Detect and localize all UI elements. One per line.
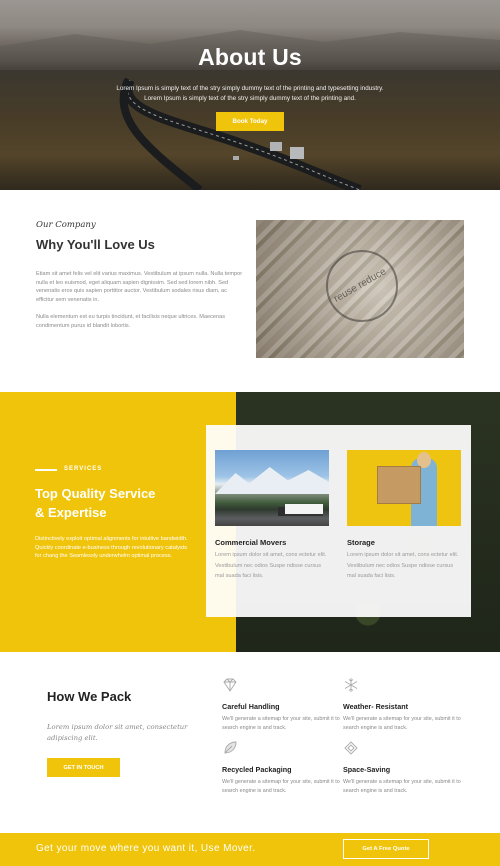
pack-quote: Lorem ipsum dolor sit amet, consectetur … [47, 723, 188, 742]
feature-text: We'll generate a sitemap for your site, … [222, 779, 340, 794]
services-title-line1: Top Quality Service [35, 486, 156, 501]
hero-subtitle-line1: Lorem Ipsum is simply text of the stry s… [116, 85, 384, 92]
hero-subtitle-line2: Lorem Ipsum is simply text of the stry s… [144, 95, 356, 102]
services-title: Top Quality Service & Expertise [35, 484, 225, 522]
cta-bar: Get your move where you want it, Use Mov… [0, 833, 500, 866]
company-eyebrow: Our Company [36, 220, 96, 230]
feature-title: Recycled Packaging [222, 765, 292, 774]
feature-text: We'll generate a sitemap for your site, … [343, 779, 461, 794]
free-quote-button[interactable]: Get A Free Quote [343, 839, 429, 859]
feature-title: Weather- Resistant [343, 702, 408, 711]
services-section: SERVICES Top Quality Service & Expertise… [0, 392, 500, 652]
company-title: Why You'll Love Us [36, 237, 155, 252]
get-in-touch-button[interactable]: GET IN TOUCH [47, 758, 120, 777]
cta-text: Get your move where you want it, Use Mov… [36, 843, 256, 854]
diamond-icon [223, 678, 237, 692]
services-divider [35, 469, 57, 471]
service-card-title[interactable]: Storage [347, 538, 375, 547]
feature-text: We'll generate a sitemap for your site, … [222, 716, 340, 731]
services-cards-panel: Commercial Movers Lorem ipsum dolor sit … [206, 425, 471, 617]
feature-title: Careful Handling [222, 702, 280, 711]
page-title: About Us [198, 44, 302, 70]
company-section: Our Company Why You'll Love Us Etiam sit… [0, 190, 500, 392]
leaf-icon [224, 741, 237, 754]
diamond-outline-icon [344, 741, 358, 755]
feature-title: Space-Saving [343, 765, 391, 774]
company-paragraph-2: Nulla elementum est eu turpis tincidunt,… [36, 314, 226, 329]
services-description: Distinctively exploit optimal alignments… [35, 536, 188, 560]
services-yellow-panel [0, 392, 236, 652]
company-paragraph-1: Etiam sit amet felis vel elit varius max… [36, 271, 243, 303]
storage-image [347, 450, 461, 526]
services-label: SERVICES [64, 466, 103, 472]
snowflake-icon [344, 678, 358, 692]
services-title-line2: & Expertise [35, 505, 107, 520]
hero-section: About Us Lorem Ipsum is simply text of t… [0, 0, 500, 190]
how-we-pack-section: How We Pack Lorem ipsum dolor sit amet, … [0, 652, 500, 833]
commercial-movers-image [215, 450, 329, 526]
book-today-button[interactable]: Book Today [216, 112, 284, 131]
service-card-text: Lorem ipsum dolor sit amet, cons ectetur… [215, 552, 327, 579]
pack-title: How We Pack [47, 689, 132, 704]
hero-subtitle: Lorem Ipsum is simply text of the stry s… [0, 84, 500, 104]
feature-text: We'll generate a sitemap for your site, … [343, 716, 461, 731]
service-card-title[interactable]: Commercial Movers [215, 538, 286, 547]
service-card-text: Lorem ipsum dolor sit amet, cons ectetur… [347, 552, 459, 579]
cardboard-image: reuse reduce [256, 220, 464, 358]
